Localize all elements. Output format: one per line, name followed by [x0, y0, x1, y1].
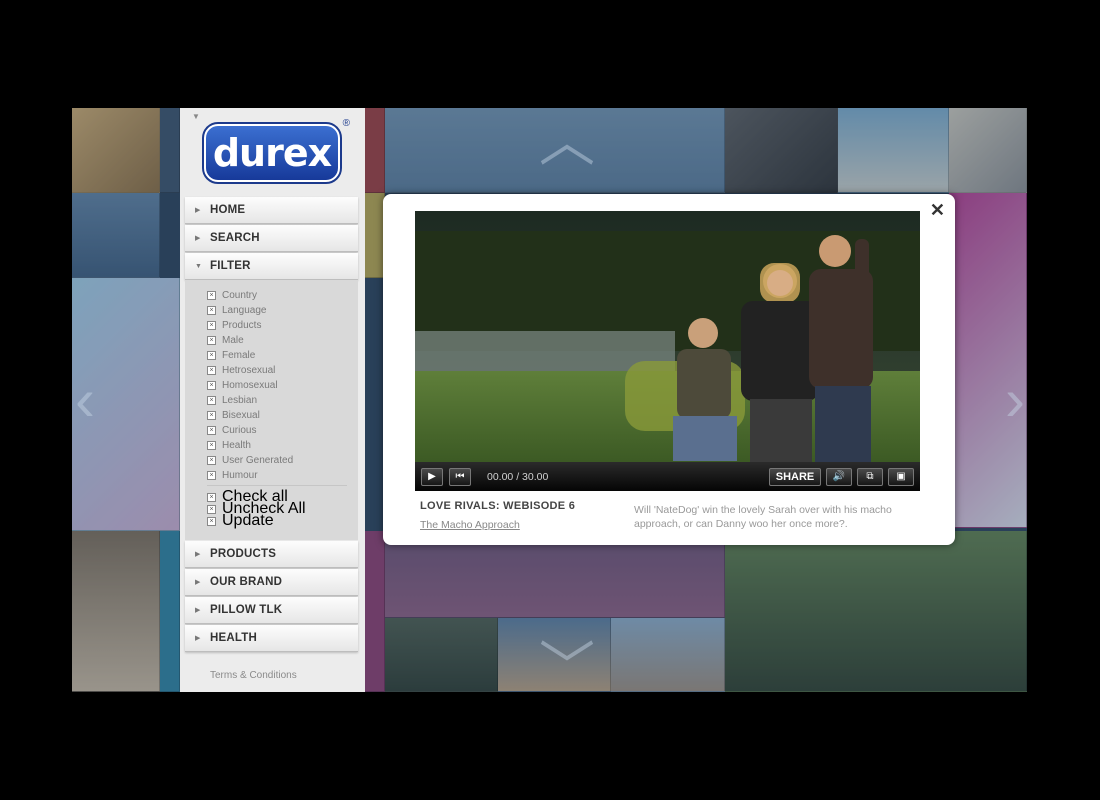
filter-option-user-generated[interactable]: × User Generated	[207, 453, 293, 468]
filter-option-bisexual[interactable]: × Bisexual	[207, 408, 293, 423]
scroll-right-arrow-icon[interactable]: ›	[1000, 370, 1027, 430]
nav-products[interactable]: ▶ PRODUCTS	[185, 541, 358, 568]
play-icon[interactable]: ▶	[421, 467, 443, 486]
checkbox-icon[interactable]: ×	[207, 441, 216, 450]
scroll-down-arrow-icon[interactable]: ﹀	[537, 640, 597, 693]
registered-mark: ®	[342, 118, 350, 129]
arrow-down-icon: ▼	[195, 262, 202, 270]
filter-panel: × Country × Language × Products × Male × Fema…	[185, 280, 358, 540]
person-3-legs	[815, 386, 871, 462]
nav-home[interactable]: ▶ HOME	[185, 197, 358, 224]
nav-health[interactable]: ▶ HEALTH	[185, 625, 358, 652]
filter-option-country[interactable]: × Country	[207, 288, 293, 303]
nav-search[interactable]: ▶ SEARCH	[185, 225, 358, 252]
checkbox-icon[interactable]: ×	[207, 366, 216, 375]
player-controls: ▶ ⏮ 00.00 / 30.00 SHARE 🔊 ⧉ ▣	[415, 462, 920, 491]
person-3-torso	[809, 269, 873, 389]
rewind-icon[interactable]: ⏮	[449, 467, 471, 486]
checkbox-icon[interactable]: ×	[207, 426, 216, 435]
episode-meta: LOVE RIVALS: WEBISODE 6 The Macho Approa…	[420, 500, 575, 533]
filter-option-health[interactable]: × Health	[207, 438, 293, 453]
video-frame[interactable]	[415, 211, 920, 462]
person-3-arm	[855, 239, 869, 279]
scroll-up-arrow-icon[interactable]: ︿	[537, 114, 597, 170]
filter-option-curious[interactable]: × Curious	[207, 423, 293, 438]
checkbox-icon[interactable]: ×	[207, 411, 216, 420]
checkbox-icon[interactable]: ×	[207, 306, 216, 315]
person-2-torso	[741, 301, 819, 401]
arrow-right-icon: ▶	[195, 607, 201, 614]
filter-option-products[interactable]: × Products	[207, 318, 293, 333]
nav-label: PRODUCTS	[210, 548, 277, 560]
collapse-caret-icon[interactable]: ▼	[192, 112, 200, 121]
arrow-right-icon: ▶	[195, 635, 201, 642]
scroll-left-arrow-icon[interactable]: ‹	[72, 370, 100, 430]
filter-option-male[interactable]: × Male	[207, 333, 293, 348]
volume-icon[interactable]: 🔊	[826, 467, 852, 486]
person-2-legs	[750, 399, 812, 462]
checkbox-icon[interactable]: ×	[207, 471, 216, 480]
video-player[interactable]: ▶ ⏮ 00.00 / 30.00 SHARE 🔊 ⧉ ▣	[415, 211, 920, 491]
filter-option-homosexual[interactable]: × Homosexual	[207, 378, 293, 393]
nav-label: OUR BRAND	[210, 576, 283, 588]
filter-list: × Country × Language × Products × Male × Fema…	[207, 288, 293, 483]
nav-label: FILTER	[210, 260, 251, 272]
checkbox-icon[interactable]: ×	[207, 396, 216, 405]
checkbox-icon[interactable]: ×	[207, 351, 216, 360]
arrow-right-icon: ▶	[195, 207, 201, 214]
nav-label: HEALTH	[210, 632, 257, 644]
checkbox-icon: ×	[207, 504, 216, 514]
checkbox-icon[interactable]: ×	[207, 336, 216, 345]
nav-pillow-tlk[interactable]: ▶ PILLOW TLK	[185, 597, 358, 624]
episode-subtitle-link[interactable]: The Macho Approach	[420, 519, 520, 531]
episode-description: Will 'NateDog' win the lovely Sarah over…	[634, 504, 892, 530]
arrow-right-icon: ▶	[195, 551, 201, 558]
checkbox-icon[interactable]: ×	[207, 291, 216, 300]
durex-logo[interactable]: durex ®	[202, 118, 350, 184]
person-1-head	[688, 318, 718, 348]
checkbox-icon: ×	[207, 516, 216, 526]
logo-text: durex	[212, 131, 332, 175]
checkbox-icon[interactable]: ×	[207, 321, 216, 330]
nav-filter[interactable]: ▼ FILTER	[185, 253, 358, 280]
filter-actions: × Check all × Uncheck All × Update	[207, 488, 306, 529]
nav-our-brand[interactable]: ▶ OUR BRAND	[185, 569, 358, 596]
filter-option-female[interactable]: × Female	[207, 348, 293, 363]
share-button[interactable]: SHARE	[769, 467, 821, 486]
filter-option-humour[interactable]: × Humour	[207, 468, 293, 483]
nav-label: PILLOW TLK	[210, 604, 283, 616]
time-display: 00.00 / 30.00	[487, 470, 549, 483]
filter-divider	[207, 485, 347, 486]
popout-icon[interactable]: ⧉	[857, 467, 883, 486]
filter-option-hetrosexual[interactable]: × Hetrosexual	[207, 363, 293, 378]
person-1-torso	[677, 349, 731, 419]
terms-link[interactable]: Terms & Conditions	[210, 670, 297, 681]
nav-label: HOME	[210, 204, 246, 216]
person-1-legs	[673, 416, 737, 461]
arrow-right-icon: ▶	[195, 235, 201, 242]
close-icon[interactable]: ✕	[930, 200, 945, 221]
arrow-right-icon: ▶	[195, 579, 201, 586]
fullscreen-icon[interactable]: ▣	[888, 467, 914, 486]
checkbox-icon[interactable]: ×	[207, 381, 216, 390]
sidebar: ▼ durex ® ▶ HOME ▶ SEARCH ▼ FILTER × Coun…	[180, 108, 365, 692]
person-3-head	[819, 235, 851, 267]
video-modal: ✕ ▶ ⏮ 00.00 / 30.00 SHARE 🔊 ⧉ ▣ LOVE RIV…	[383, 194, 955, 545]
filter-option-lesbian[interactable]: × Lesbian	[207, 393, 293, 408]
checkbox-icon: ×	[207, 492, 216, 502]
nav-label: SEARCH	[210, 232, 260, 244]
checkbox-icon[interactable]: ×	[207, 456, 216, 465]
episode-title: LOVE RIVALS: WEBISODE 6	[420, 500, 576, 512]
filter-option-language[interactable]: × Language	[207, 303, 293, 318]
person-2-face	[767, 270, 793, 296]
